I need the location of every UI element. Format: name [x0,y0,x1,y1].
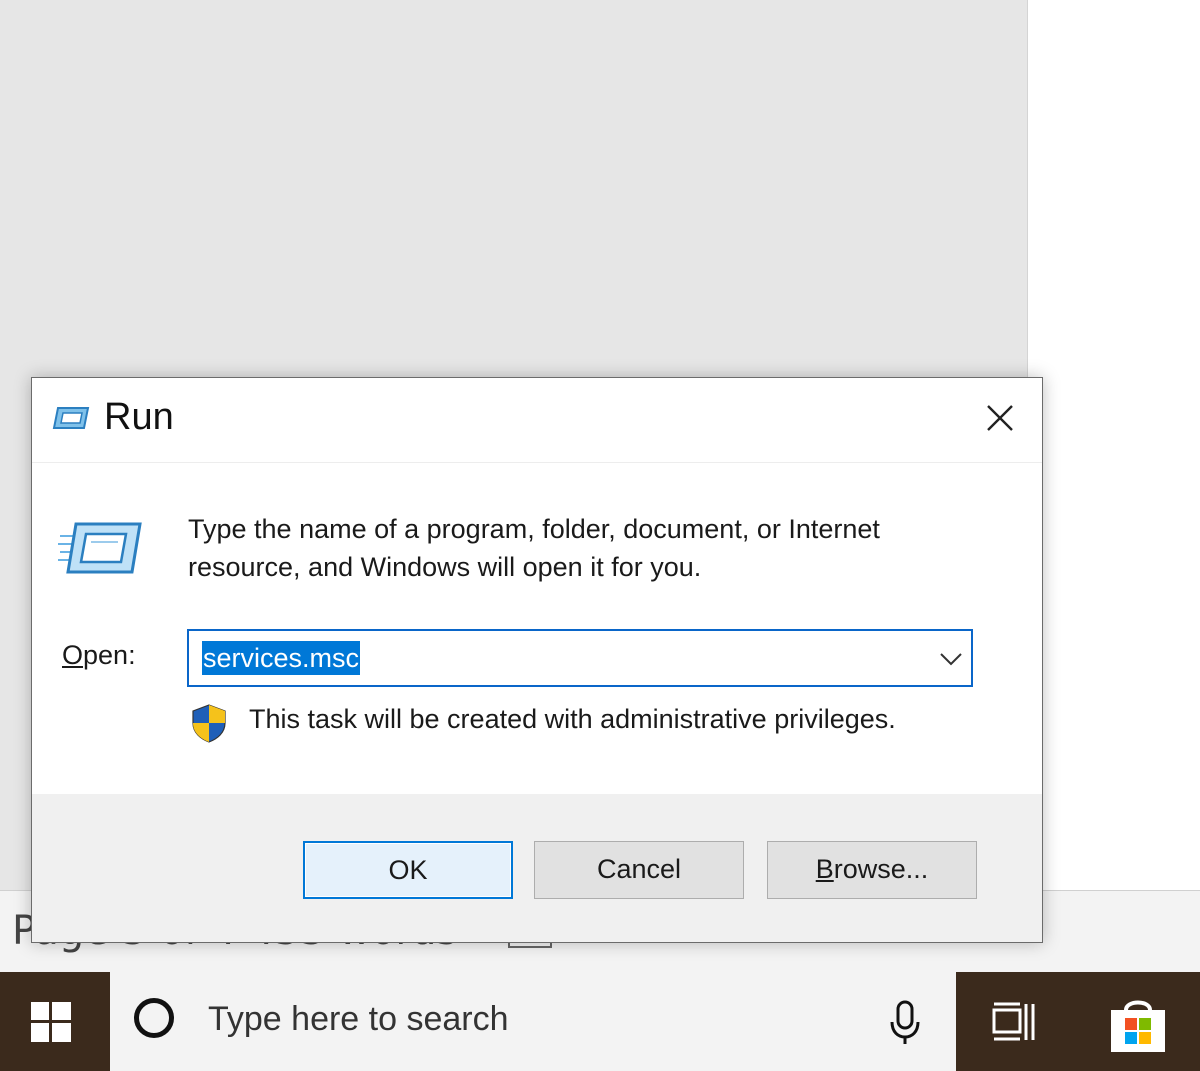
dialog-title: Run [104,396,174,438]
run-icon [52,404,92,438]
run-dialog: Run Type the name of a program, folder, … [31,377,1043,943]
open-combobox[interactable]: services.msc [187,629,973,687]
dropdown-button[interactable] [939,651,963,671]
microphone-icon[interactable] [888,1000,922,1050]
chevron-down-icon [940,653,962,666]
run-program-icon [58,518,142,582]
close-icon [987,405,1013,431]
cancel-button[interactable]: Cancel [534,841,744,899]
admin-privileges-note: This task will be created with administr… [249,704,896,734]
browse-button[interactable]: Browse... [767,841,977,899]
uac-shield-icon [190,703,228,747]
desktop-screen: Page 3 of 4 453 words Run [0,0,1200,1071]
dialog-description: Type the name of a program, folder, docu… [188,514,880,582]
browse-mnemonic: B [815,854,834,884]
open-label-rest: pen: [83,640,136,670]
browse-label-rest: rowse... [833,854,929,884]
close-button[interactable] [972,392,1030,446]
open-label-mnemonic: O [62,640,84,670]
dialog-titlebar[interactable]: Run [32,378,1042,463]
open-input-value[interactable]: services.msc [202,641,361,675]
ok-button[interactable]: OK [303,841,513,899]
background-side-panel [1028,0,1200,890]
task-view-icon[interactable] [992,1002,1038,1046]
start-button[interactable] [0,972,110,1071]
dialog-button-bar: OK Cancel Browse... [32,794,1042,942]
microsoft-store-icon[interactable] [1108,994,1168,1058]
search-placeholder[interactable]: Type here to search [208,1000,509,1039]
open-label: Open: [62,640,136,671]
cortana-circle-icon [134,998,174,1038]
windows-logo-icon [31,1002,71,1042]
